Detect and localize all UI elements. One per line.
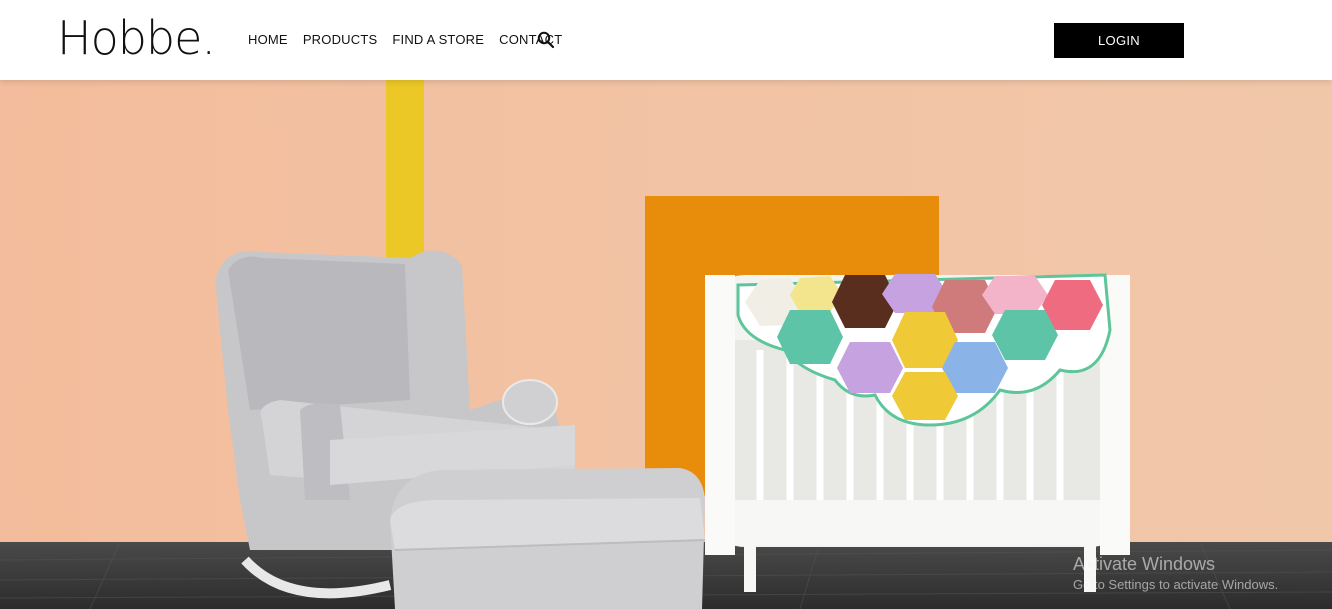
logo[interactable]: Hobbe. [57,12,216,64]
nav-products[interactable]: PRODUCTS [303,31,378,49]
hero-image [0,80,1332,609]
login-button[interactable]: LOGIN [1054,23,1184,58]
search-icon[interactable] [537,31,555,49]
site-header: Hobbe. HOME PRODUCTS FIND A STORE CONTAC… [0,0,1332,80]
nav-find-a-store[interactable]: FIND A STORE [392,31,484,49]
ottoman [390,468,706,609]
hero-banner [0,80,1332,609]
main-nav: HOME PRODUCTS FIND A STORE CONTACT [248,31,562,49]
nav-home[interactable]: HOME [248,31,288,49]
